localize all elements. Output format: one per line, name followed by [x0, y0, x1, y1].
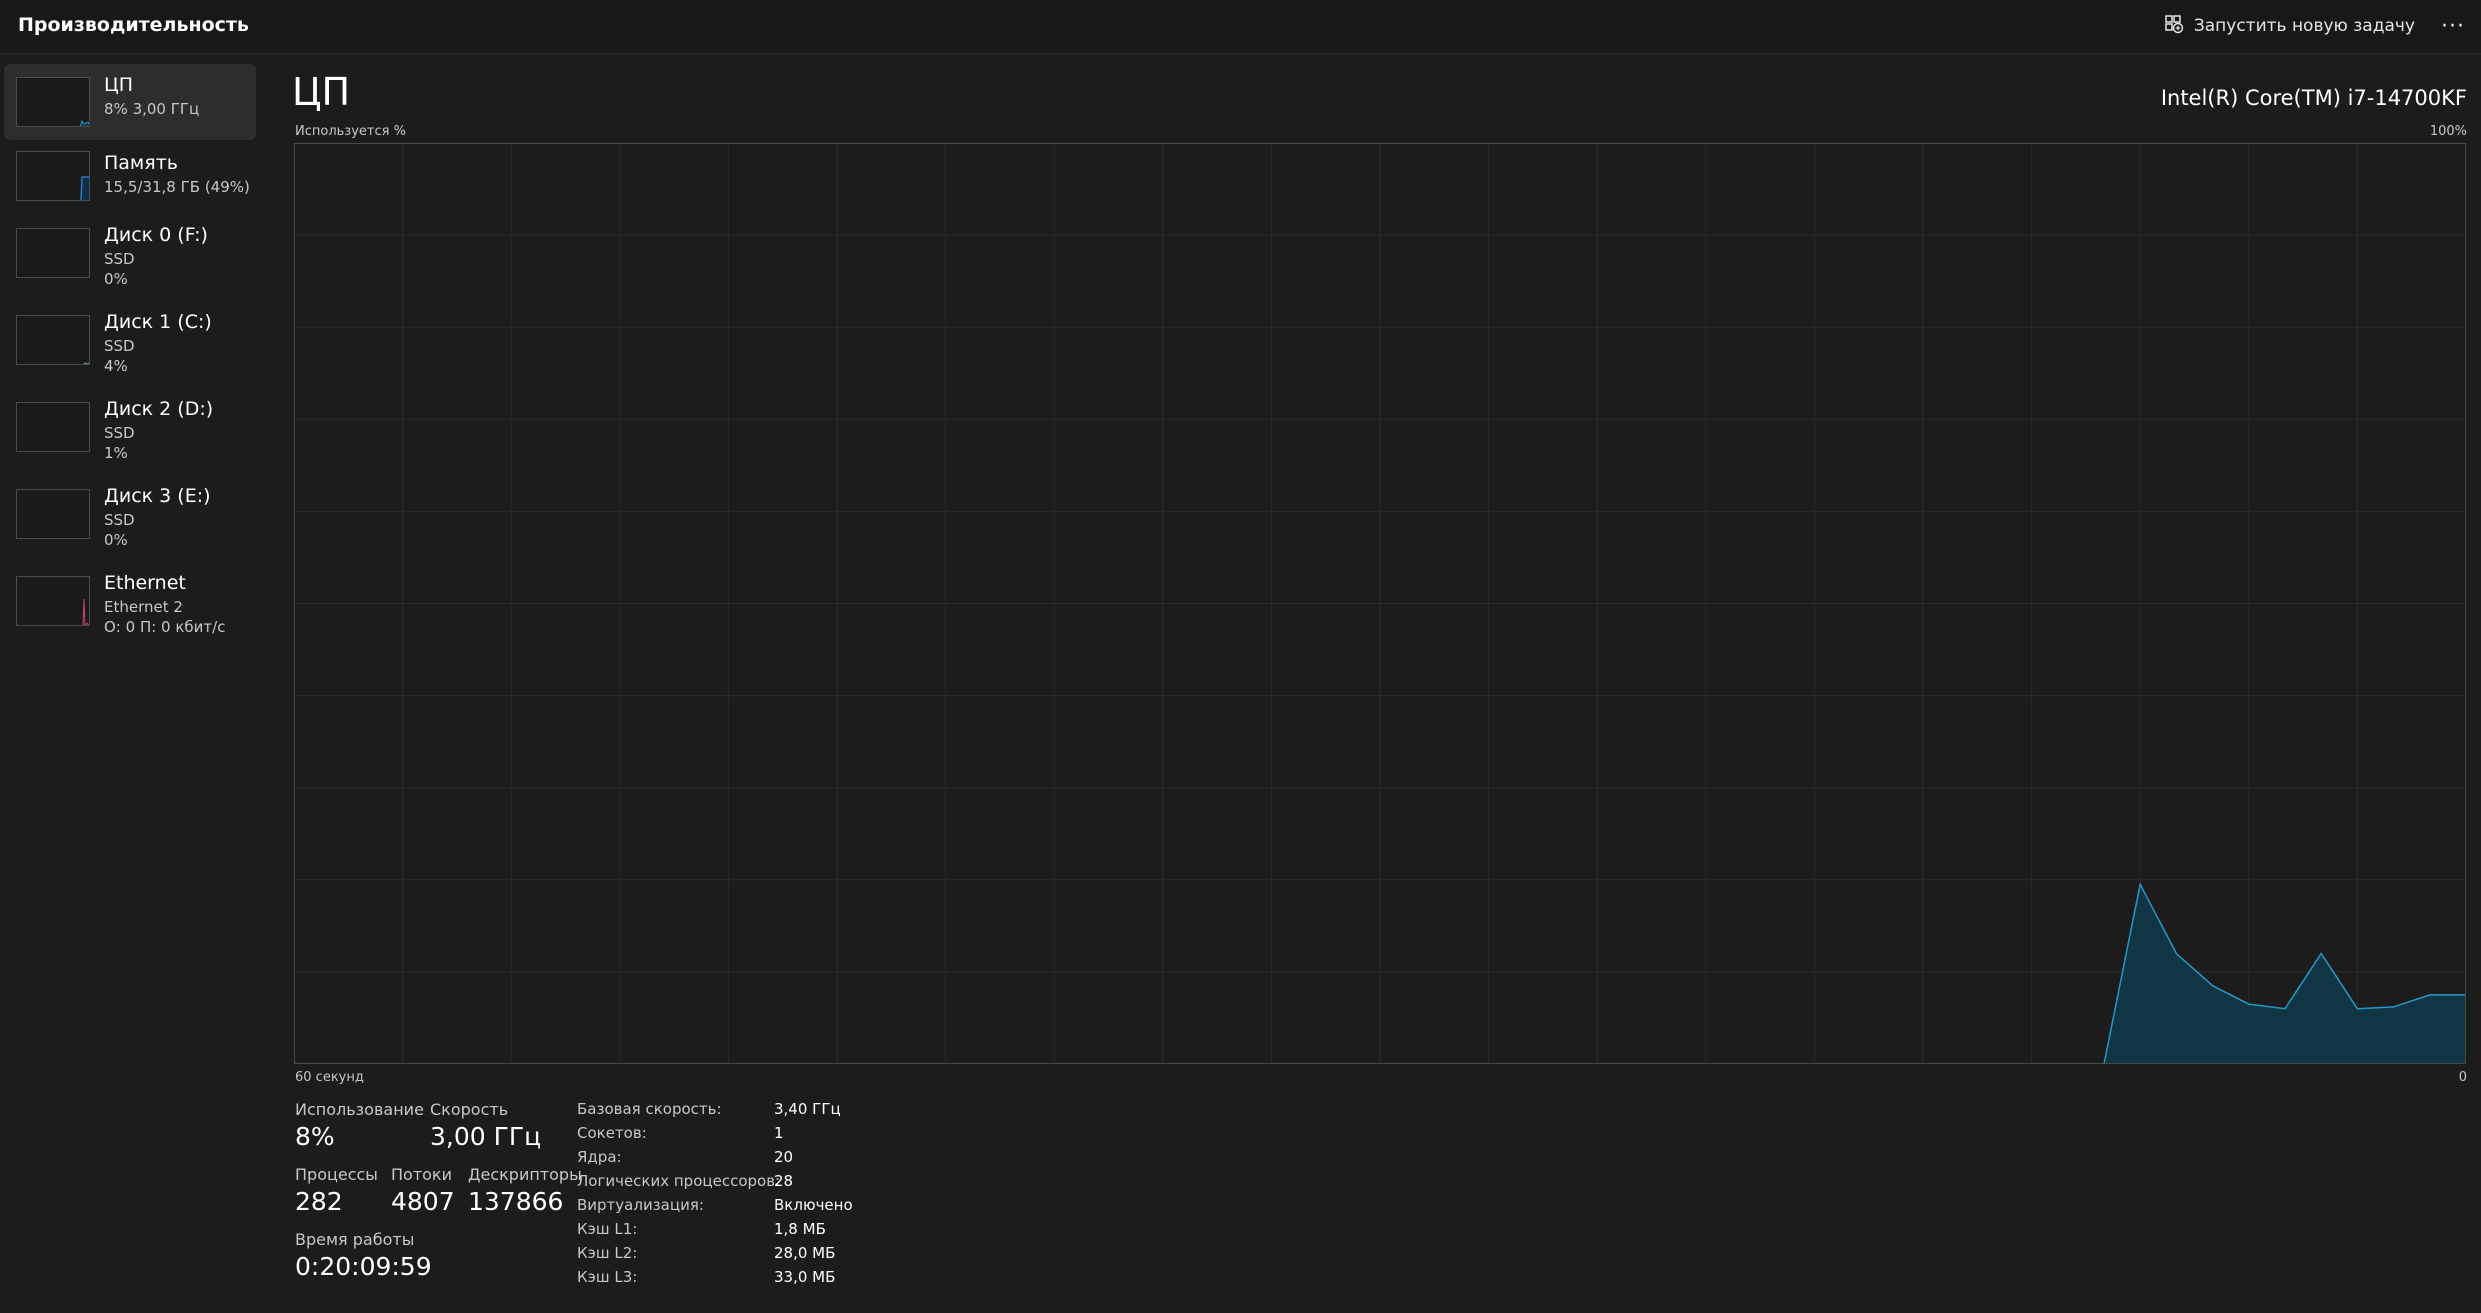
sidebar-item-usage: 0% — [104, 270, 128, 288]
chart-y-axis-label: Используется % — [295, 124, 406, 139]
processes-value: 282 — [295, 1187, 343, 1216]
disk-thumbnail-graph — [16, 228, 90, 278]
cpu-usage-chart-svg — [294, 143, 2466, 1064]
cpu-thumbnail-graph — [16, 77, 90, 127]
spec-value: 33,0 МБ — [774, 1268, 836, 1286]
disk-thumbnail-graph — [16, 315, 90, 365]
spec-value: 1,8 МБ — [774, 1220, 826, 1238]
chart-y-max-label: 100% — [2429, 124, 2467, 139]
sidebar-item-ethernet[interactable]: Ethernet Ethernet 2 О: 0 П: 0 кбит/с — [4, 568, 256, 644]
disk-thumbnail-graph — [16, 489, 90, 539]
disk-thumbnail-graph — [16, 402, 90, 452]
ethernet-thumbnail-graph — [16, 576, 90, 626]
usage-value: 8% — [295, 1122, 335, 1151]
spec-value: 28,0 МБ — [774, 1244, 836, 1262]
chart-x-axis-label: 60 секунд — [295, 1070, 364, 1085]
spec-label: Сокетов: — [577, 1124, 647, 1142]
cpu-usage-chart — [294, 143, 2466, 1064]
run-new-task-label: Запустить новую задачу — [2193, 16, 2415, 36]
sidebar-item-subtitle: 8% 3,00 ГГц — [104, 100, 200, 118]
sidebar-item-title: Память — [104, 152, 178, 174]
sidebar-item-throughput: О: 0 П: 0 кбит/с — [104, 618, 226, 636]
memory-thumbnail-graph — [16, 151, 90, 201]
sidebar-item-disk-0[interactable]: Диск 0 (F:) SSD 0% — [4, 220, 256, 296]
run-new-task-button[interactable]: Запустить новую задачу — [2164, 10, 2415, 42]
spec-label: Кэш L1: — [577, 1220, 638, 1238]
sidebar-item-title: Диск 1 (C:) — [104, 311, 212, 333]
sidebar-item-title: Диск 3 (E:) — [104, 485, 211, 507]
spec-value: 3,40 ГГц — [774, 1100, 841, 1118]
new-task-icon — [2164, 14, 2184, 38]
sidebar-item-subtitle: Ethernet 2 — [104, 598, 183, 616]
handles-label: Дескрипторы — [468, 1165, 582, 1184]
sidebar-item-title: ЦП — [104, 74, 134, 96]
title-bar: Производительность Запустить новую задач… — [0, 0, 2481, 54]
sidebar-item-subtitle: SSD — [104, 511, 135, 529]
more-icon: ··· — [2441, 13, 2465, 39]
sidebar-item-title: Диск 2 (D:) — [104, 398, 214, 420]
spec-label: Кэш L2: — [577, 1244, 638, 1262]
sidebar-item-usage: 0% — [104, 531, 128, 549]
sidebar-item-subtitle: SSD — [104, 424, 135, 442]
spec-label: Базовая скорость: — [577, 1100, 722, 1118]
page-title: ЦП — [292, 70, 351, 114]
spec-label: Логических процессоров: — [577, 1172, 781, 1190]
sidebar-item-title: Диск 0 (F:) — [104, 224, 208, 246]
uptime-value: 0:20:09:59 — [295, 1252, 432, 1281]
sidebar-item-subtitle: 15,5/31,8 ГБ (49%) — [104, 178, 250, 196]
speed-label: Скорость — [430, 1100, 509, 1119]
spec-label: Ядра: — [577, 1148, 622, 1166]
sidebar-item-subtitle: SSD — [104, 337, 135, 355]
more-options-button[interactable]: ··· — [2435, 8, 2471, 44]
sidebar-item-title: Ethernet — [104, 572, 186, 594]
sidebar-item-disk-3[interactable]: Диск 3 (E:) SSD 0% — [4, 481, 256, 557]
sidebar-item-memory[interactable]: Память 15,5/31,8 ГБ (49%) — [4, 142, 256, 218]
spec-value: 20 — [774, 1148, 794, 1166]
usage-label: Использование — [295, 1100, 424, 1119]
sidebar: ЦП 8% 3,00 ГГц Память 15,5/31,8 ГБ (49%)… — [0, 54, 260, 1313]
app-title: Производительность — [18, 14, 249, 36]
chart-x-min-label: 0 — [2458, 1070, 2467, 1085]
cpu-usage-area — [2104, 884, 2466, 1064]
sidebar-item-disk-1[interactable]: Диск 1 (C:) SSD 4% — [4, 307, 256, 383]
sidebar-item-cpu[interactable]: ЦП 8% 3,00 ГГц — [4, 64, 256, 140]
sidebar-item-disk-2[interactable]: Диск 2 (D:) SSD 1% — [4, 394, 256, 470]
threads-value: 4807 — [391, 1187, 455, 1216]
cpu-model-name: Intel(R) Core(TM) i7-14700KF — [2160, 86, 2467, 110]
sidebar-item-subtitle: SSD — [104, 250, 135, 268]
sidebar-item-usage: 4% — [104, 357, 128, 375]
speed-value: 3,00 ГГц — [430, 1122, 542, 1151]
threads-label: Потоки — [391, 1165, 452, 1184]
spec-value: Включено — [774, 1196, 853, 1214]
spec-label: Кэш L3: — [577, 1268, 638, 1286]
sidebar-item-usage: 1% — [104, 444, 128, 462]
processes-label: Процессы — [295, 1165, 378, 1184]
spec-value: 28 — [774, 1172, 794, 1190]
uptime-label: Время работы — [295, 1230, 415, 1249]
spec-label: Виртуализация: — [577, 1196, 704, 1214]
spec-value: 1 — [774, 1124, 784, 1142]
handles-value: 137866 — [468, 1187, 564, 1216]
